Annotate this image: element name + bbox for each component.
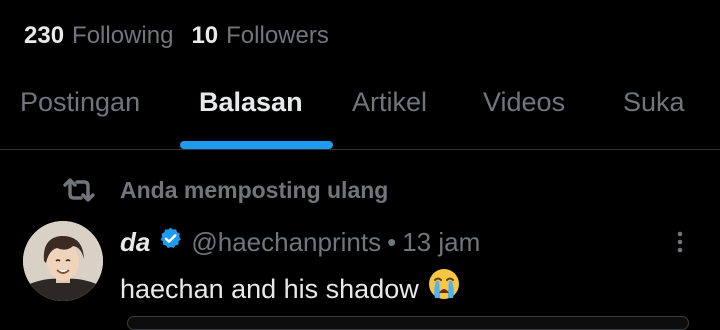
display-name[interactable]: da xyxy=(120,227,150,258)
followers-link[interactable]: 10 Followers xyxy=(191,20,328,52)
profile-tabs: Postingan Balasan Artikel Videos Suka xyxy=(0,70,720,150)
repost-icon xyxy=(62,177,96,203)
user-handle[interactable]: @haechanprints xyxy=(191,227,381,258)
following-label: Following xyxy=(72,22,174,49)
verified-badge-icon xyxy=(158,226,183,258)
post-time[interactable]: 13 jam xyxy=(402,227,480,258)
tabs-divider xyxy=(0,149,720,150)
repost-context: Anda memposting ulang xyxy=(62,173,388,207)
followers-label: Followers xyxy=(226,22,329,49)
tab-postingan[interactable]: Postingan xyxy=(20,84,140,120)
tweet-text: haechan and his shadow xyxy=(120,273,419,304)
tab-artikel[interactable]: Artikel xyxy=(352,84,427,120)
more-vertical-icon[interactable] xyxy=(668,226,692,258)
tab-videos[interactable]: Videos xyxy=(483,84,565,120)
active-tab-indicator xyxy=(180,141,333,149)
tab-suka[interactable]: Suka xyxy=(623,84,685,120)
loudly-crying-face-emoji xyxy=(427,267,461,310)
tab-balasan[interactable]: Balasan xyxy=(199,84,303,120)
following-count: 230 xyxy=(24,22,65,49)
avatar[interactable] xyxy=(23,221,103,301)
followers-count: 10 xyxy=(191,22,219,49)
tweet-header: da @haechanprints • 13 jam xyxy=(120,224,480,260)
following-link[interactable]: 230 Following xyxy=(24,20,173,52)
meta-separator: • xyxy=(387,226,397,257)
repost-label: Anda memposting ulang xyxy=(120,176,389,203)
profile-stats: 230 Following 10 Followers xyxy=(24,20,329,52)
tweet-body: haechan and his shadow xyxy=(120,267,461,310)
media-preview[interactable] xyxy=(127,316,689,330)
